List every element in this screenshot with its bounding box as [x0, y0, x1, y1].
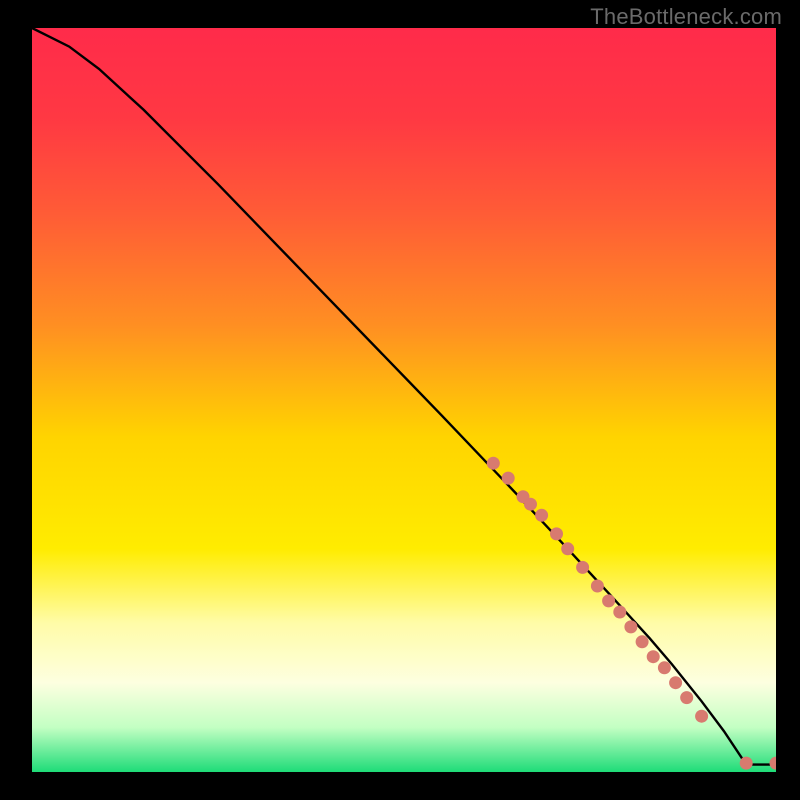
- scatter-point: [502, 472, 515, 485]
- scatter-point: [658, 661, 671, 674]
- gradient-background: [32, 28, 776, 772]
- chart-frame: TheBottleneck.com: [0, 0, 800, 800]
- watermark-text: TheBottleneck.com: [590, 4, 782, 30]
- scatter-point: [740, 757, 753, 770]
- scatter-point: [550, 527, 563, 540]
- scatter-point: [695, 710, 708, 723]
- scatter-point: [624, 620, 637, 633]
- scatter-point: [535, 509, 548, 522]
- scatter-point: [487, 457, 500, 470]
- scatter-point: [524, 498, 537, 511]
- scatter-point: [647, 650, 660, 663]
- scatter-point: [591, 580, 604, 593]
- scatter-point: [669, 676, 682, 689]
- scatter-point: [561, 542, 574, 555]
- scatter-point: [602, 594, 615, 607]
- scatter-point: [613, 606, 626, 619]
- plot-area: [32, 28, 776, 772]
- scatter-point: [636, 635, 649, 648]
- plot-svg: [32, 28, 776, 772]
- scatter-point: [576, 561, 589, 574]
- scatter-point: [680, 691, 693, 704]
